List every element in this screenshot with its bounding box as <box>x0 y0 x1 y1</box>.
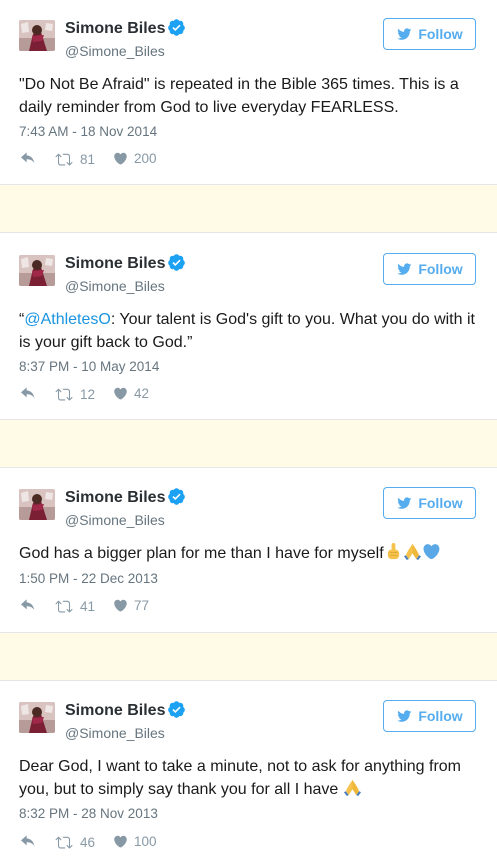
like-button[interactable]: 100 <box>113 834 157 849</box>
retweet-icon <box>54 598 74 615</box>
tweet-card: Simone Biles @Simone_Biles Follow God ha… <box>0 469 497 632</box>
tweet-text: “@AthletesO: Your talent is God's gift t… <box>19 308 489 354</box>
display-name[interactable]: Simone Biles <box>65 489 165 507</box>
heart-icon <box>113 386 128 401</box>
like-count: 77 <box>134 598 150 613</box>
tweet-actions: 12 42 <box>19 386 219 404</box>
mention-link[interactable]: @AthletesO <box>24 311 111 328</box>
tweet-text-body: Dear God, I want to take a minute, not t… <box>19 758 461 798</box>
display-name[interactable]: Simone Biles <box>65 255 165 273</box>
avatar[interactable] <box>19 702 55 733</box>
like-count: 42 <box>134 386 150 401</box>
user-handle[interactable]: @Simone_Biles <box>65 278 165 294</box>
retweet-icon <box>54 151 74 168</box>
like-button[interactable]: 42 <box>113 386 149 401</box>
follow-label: Follow <box>418 495 463 511</box>
reply-button[interactable] <box>19 834 37 850</box>
blue-heart-emoji-icon <box>422 542 441 561</box>
retweet-count: 81 <box>80 152 96 167</box>
retweet-count: 12 <box>80 387 96 402</box>
tweet-card: Simone Biles @Simone_Biles Follow "Do No… <box>0 0 497 184</box>
follow-label: Follow <box>418 26 463 42</box>
praying-hands-emoji-icon <box>343 778 362 797</box>
timestamp-link[interactable]: 1:50 PM - 22 Dec 2013 <box>19 571 158 586</box>
twitter-bird-icon <box>396 496 413 510</box>
retweet-icon <box>54 834 74 851</box>
display-name[interactable]: Simone Biles <box>65 702 165 720</box>
follow-button[interactable]: Follow <box>383 700 476 732</box>
timestamp-link[interactable]: 8:32 PM - 28 Nov 2013 <box>19 806 158 821</box>
user-handle[interactable]: @Simone_Biles <box>65 725 165 741</box>
tweet-text: God has a bigger plan for me than I have… <box>19 542 489 565</box>
tweet-text: Dear God, I want to take a minute, not t… <box>19 755 489 801</box>
follow-button[interactable]: Follow <box>383 253 476 285</box>
follow-button[interactable]: Follow <box>383 18 476 50</box>
retweet-button[interactable]: 81 <box>54 151 95 168</box>
verified-badge-icon <box>167 253 186 272</box>
retweet-icon <box>54 386 74 403</box>
tweet-card: Simone Biles @Simone_Biles Follow “@Athl… <box>0 235 497 419</box>
reply-button[interactable] <box>19 151 37 167</box>
reply-icon <box>19 598 37 614</box>
praying-hands-emoji-icon <box>403 542 422 561</box>
twitter-bird-icon <box>396 27 413 41</box>
verified-badge-icon <box>167 18 186 37</box>
like-count: 200 <box>134 151 157 166</box>
tweet-actions: 81 200 <box>19 151 219 169</box>
tweet-actions: 41 77 <box>19 598 219 616</box>
avatar[interactable] <box>19 20 55 51</box>
timestamp-link[interactable]: 8:37 PM - 10 May 2014 <box>19 359 159 374</box>
verified-badge-icon <box>167 487 186 506</box>
heart-icon <box>113 598 128 613</box>
retweet-count: 46 <box>80 835 96 850</box>
like-button[interactable]: 200 <box>113 151 157 166</box>
tweet-text-body: God has a bigger plan for me than I have… <box>19 545 384 562</box>
avatar[interactable] <box>19 489 55 520</box>
twitter-bird-icon <box>396 262 413 276</box>
reply-icon <box>19 151 37 167</box>
twitter-bird-icon <box>396 709 413 723</box>
like-count: 100 <box>134 834 157 849</box>
user-handle[interactable]: @Simone_Biles <box>65 512 165 528</box>
tweet-text: "Do Not Be Afraid" is repeated in the Bi… <box>19 76 459 116</box>
avatar[interactable] <box>19 255 55 286</box>
heart-icon <box>113 834 128 849</box>
like-button[interactable]: 77 <box>113 598 149 613</box>
display-name[interactable]: Simone Biles <box>65 20 165 38</box>
reply-button[interactable] <box>19 386 37 402</box>
follow-label: Follow <box>418 261 463 277</box>
pointing-up-emoji-icon <box>384 542 403 561</box>
user-handle[interactable]: @Simone_Biles <box>65 43 165 59</box>
separator-band <box>0 184 497 233</box>
verified-badge-icon <box>167 700 186 719</box>
retweet-button[interactable]: 12 <box>54 386 95 403</box>
heart-icon <box>113 151 128 166</box>
reply-icon <box>19 834 37 850</box>
timestamp-link[interactable]: 7:43 AM - 18 Nov 2014 <box>19 124 157 139</box>
reply-button[interactable] <box>19 598 37 614</box>
retweet-button[interactable]: 46 <box>54 834 95 851</box>
reply-icon <box>19 386 37 402</box>
tweet-card: Simone Biles @Simone_Biles Follow Dear G… <box>0 682 497 867</box>
follow-button[interactable]: Follow <box>383 487 476 519</box>
retweet-button[interactable]: 41 <box>54 598 95 615</box>
tweet-actions: 46 100 <box>19 834 219 852</box>
retweet-count: 41 <box>80 599 96 614</box>
separator-band <box>0 419 497 468</box>
follow-label: Follow <box>418 708 463 724</box>
separator-band <box>0 632 497 681</box>
